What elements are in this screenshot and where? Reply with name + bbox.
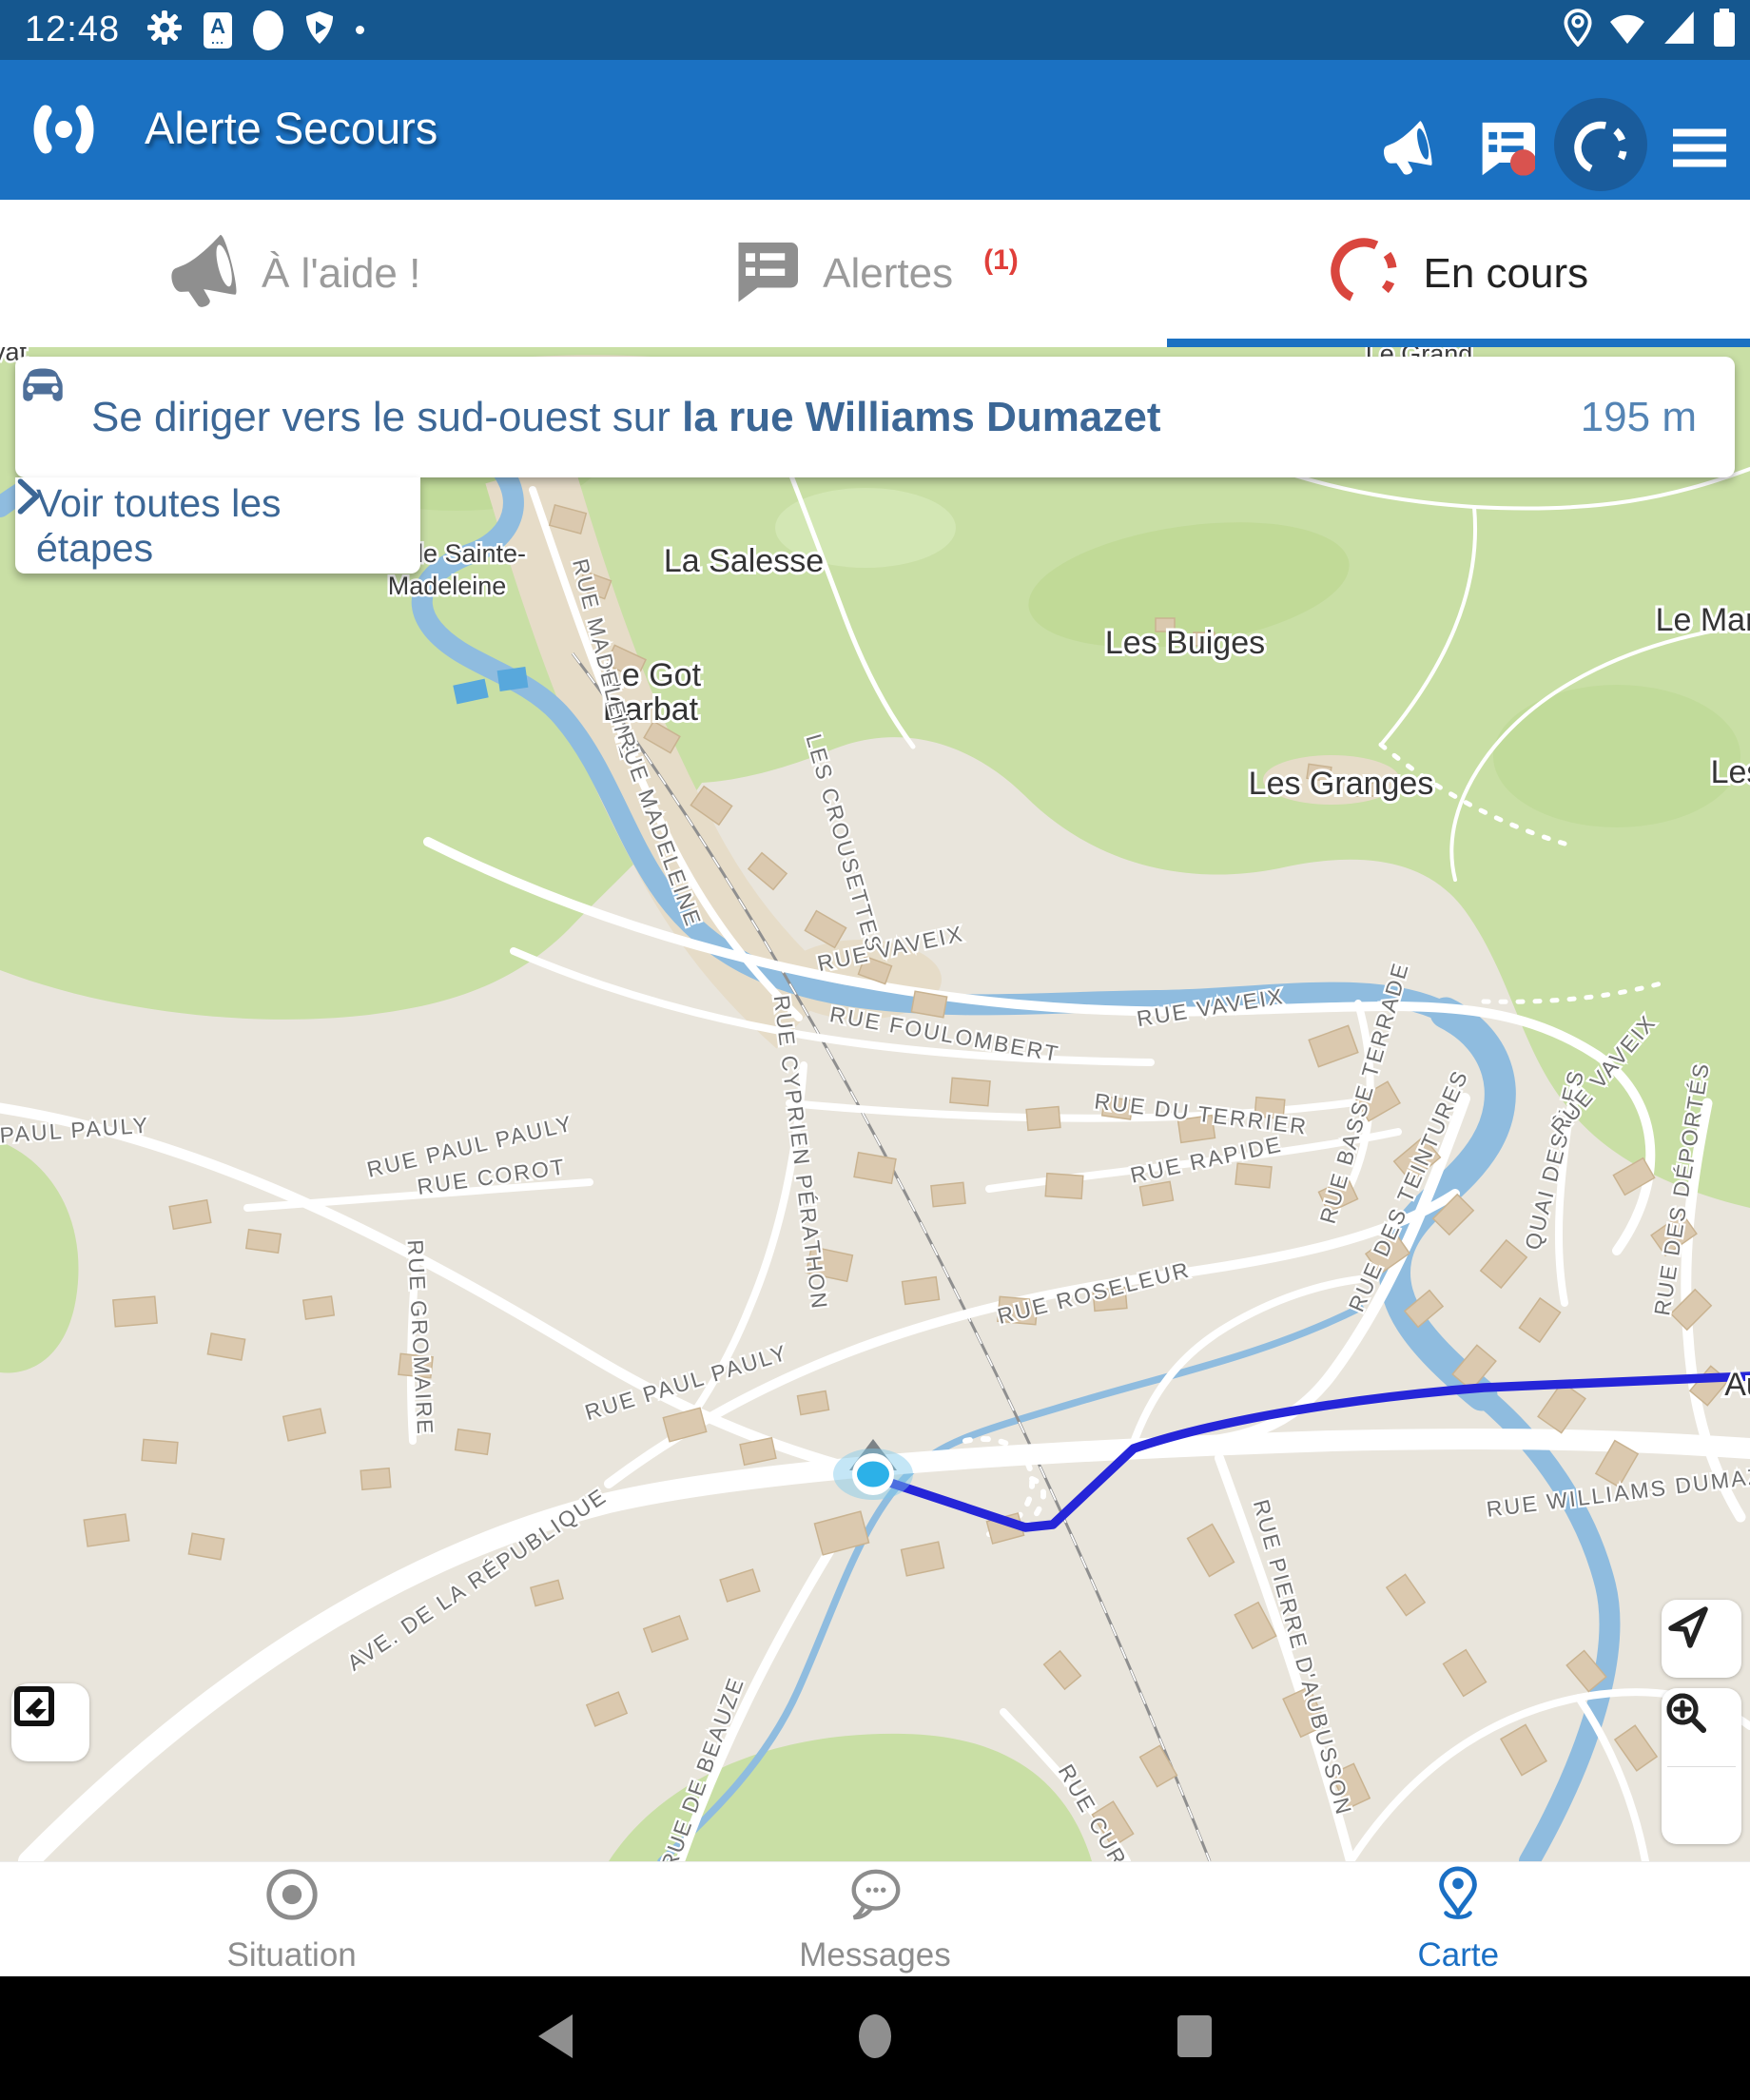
chat-list-icon — [731, 240, 798, 307]
map-label: Les Granges — [1249, 766, 1434, 802]
ongoing-spinner-icon[interactable] — [1570, 118, 1631, 184]
app-title: Alerte Secours — [145, 102, 438, 154]
tab-label: En cours — [1424, 250, 1589, 298]
tab-bar: À l'aide ! Alertes (1) En cours — [0, 200, 1750, 347]
map-label: RUE PIERRE D'AUBUSSON — [1249, 1497, 1357, 1818]
megaphone-icon — [163, 234, 237, 313]
cellular-signal-icon — [1662, 10, 1697, 50]
shield-play-icon — [304, 9, 335, 51]
bottomnav-carte[interactable]: Carte — [1167, 1862, 1750, 1977]
home-button[interactable] — [854, 2012, 896, 2065]
zoom-out-button[interactable] — [1662, 1767, 1741, 1845]
active-tab-indicator — [1167, 339, 1750, 347]
hamburger-menu-icon[interactable] — [1673, 127, 1726, 174]
current-position-marker — [833, 1439, 913, 1500]
target-circle-icon — [262, 1865, 321, 1929]
recents-button[interactable] — [1174, 2012, 1215, 2065]
map-label: Les — [1711, 754, 1750, 790]
instruction-text: Se diriger vers le sud-ouest sur la rue … — [91, 394, 1581, 441]
map-canvas[interactable]: Le GrandvatLa Salessepelle Sainte-Madele… — [0, 347, 1750, 1861]
app-bar: Alerte Secours — [0, 60, 1750, 200]
zoom-controls — [1662, 1688, 1741, 1844]
wifi-icon — [1607, 10, 1647, 50]
navigation-instruction-card[interactable]: Se diriger vers le sud-ouest sur la rue … — [15, 357, 1735, 477]
android-navigation-bar — [0, 1976, 1750, 2100]
bottomnav-label: Carte — [1418, 1936, 1500, 1974]
instruction-distance: 195 m — [1581, 394, 1697, 441]
all-steps-button[interactable]: Voir toutes les étapes — [15, 477, 420, 574]
map-label: La Salesse — [664, 543, 824, 579]
bottomnav-label: Messages — [799, 1936, 951, 1974]
notification-dot-icon — [253, 10, 283, 50]
tab-en-cours[interactable]: En cours — [1167, 200, 1750, 347]
locate-me-button[interactable] — [1662, 1600, 1741, 1678]
map-label: Au — [1724, 1367, 1750, 1403]
battery-icon — [1712, 7, 1737, 53]
chat-ellipsis-icon — [846, 1865, 904, 1929]
map-label: Madeleine — [388, 572, 507, 600]
map-label: RUE ROSELEUR — [995, 1256, 1193, 1329]
map-label: E PAUL PAULY — [0, 1113, 150, 1150]
tab-label: À l'aide ! — [262, 250, 420, 298]
auto-app-icon: A... — [204, 12, 232, 49]
clock: 12:48 — [25, 10, 120, 50]
status-bar: 12:48 A... — [0, 0, 1750, 60]
megaphone-icon[interactable] — [1377, 121, 1432, 181]
alert-count-badge: (1) — [983, 244, 1019, 277]
tab-alertes[interactable]: Alertes (1) — [583, 200, 1166, 347]
map-label: Les Buiges — [1105, 625, 1265, 661]
tab-a-laide[interactable]: À l'aide ! — [0, 200, 583, 347]
back-button[interactable] — [535, 2012, 576, 2065]
steps-label: Voir toutes les étapes — [36, 481, 373, 571]
location-pin-icon — [1564, 9, 1592, 51]
map-label: Le Marc — [1656, 602, 1750, 638]
tab-label: Alertes — [823, 250, 953, 298]
app-logo-icon — [32, 98, 95, 165]
chat-messages-icon[interactable] — [1476, 121, 1535, 181]
bottomnav-messages[interactable]: Messages — [583, 1862, 1166, 1977]
instruction-street: la rue Williams Dumazet — [682, 394, 1160, 440]
fullscreen-button[interactable] — [11, 1683, 89, 1761]
bottomnav-label: Situation — [227, 1936, 357, 1974]
map-graphics: Le GrandvatLa Salessepelle Sainte-Madele… — [0, 347, 1750, 1861]
gear-icon — [146, 10, 183, 50]
status-dot-icon — [356, 26, 364, 34]
map-pin-icon — [1429, 1865, 1488, 1929]
bottom-navigation: Situation Messages Carte — [0, 1861, 1750, 1977]
bottomnav-situation[interactable]: Situation — [0, 1862, 583, 1977]
spinner-red-icon — [1329, 236, 1399, 311]
